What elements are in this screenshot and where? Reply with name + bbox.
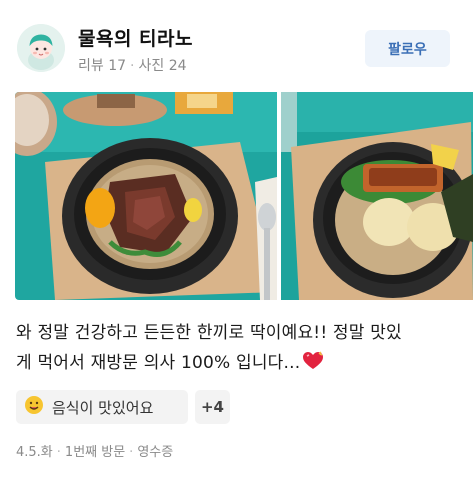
reviewer-avatar[interactable] — [17, 24, 65, 72]
review-count: 리뷰 17 — [78, 58, 127, 74]
sparkling-heart-icon — [302, 351, 324, 381]
tag-label: 음식이 맛있어요 — [52, 398, 154, 417]
food-photo-icon — [281, 92, 473, 300]
review-text-line-1: 와 정말 건강하고 든든한 한끼로 딱이예요!! 정말 맛있 — [16, 323, 402, 343]
more-tags-button[interactable]: +4 — [195, 390, 230, 424]
food-photo-icon — [15, 92, 277, 300]
visit-info: 4.5.화 · 1번째 방문 · 영수증 — [16, 441, 173, 460]
follow-button[interactable]: 팔로우 — [365, 30, 450, 67]
salmon-radish-bowl-photo[interactable] — [281, 92, 473, 300]
visit-date: 4.5.화 — [16, 445, 53, 460]
tag-food-delicious[interactable]: 음식이 맛있어요 — [16, 390, 188, 424]
review-text-line-2: 게 먹어서 재방문 의사 100% 입니다... — [16, 348, 456, 381]
separator-dot: · — [130, 58, 135, 74]
separator-dot: · — [129, 445, 134, 460]
visit-count: 1번째 방문 — [64, 445, 126, 460]
verification-method: 영수증 — [137, 445, 174, 460]
review-text-line-2-content: 게 먹어서 재방문 의사 100% 입니다... — [16, 353, 301, 373]
reviewer-name[interactable]: 물욕의 티라노 — [78, 24, 193, 51]
yum-face-emoji-icon — [24, 395, 44, 419]
reviewer-stats: 리뷰 17 · 사진 24 — [78, 55, 187, 75]
photo-carousel[interactable] — [15, 92, 473, 300]
character-avatar-icon — [17, 24, 65, 72]
review-text[interactable]: 와 정말 건강하고 든든한 한끼로 딱이예요!! 정말 맛있 게 먹어서 재방문… — [16, 318, 456, 381]
review-header: 물욕의 티라노 리뷰 17 · 사진 24 팔로우 — [0, 0, 473, 86]
steak-bowl-photo[interactable] — [15, 92, 277, 300]
photo-count: 사진 24 — [138, 58, 187, 74]
separator-dot: · — [56, 445, 61, 460]
